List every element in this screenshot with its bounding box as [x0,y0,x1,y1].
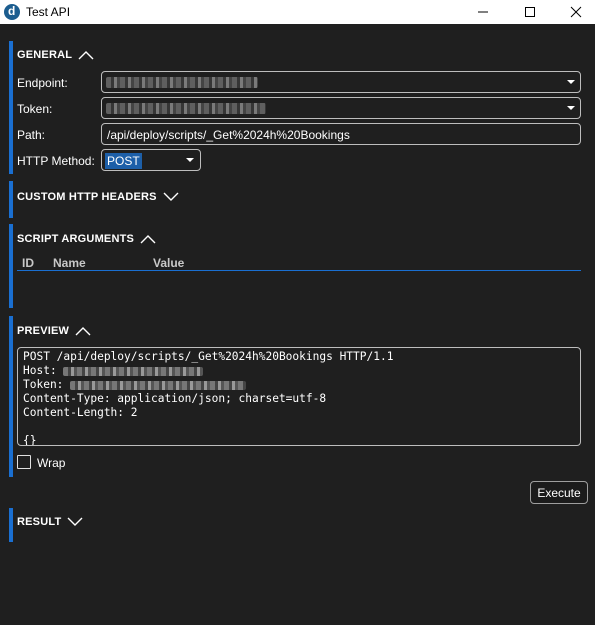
general-section-title: GENERAL [17,49,73,61]
endpoint-dropdown[interactable] [101,71,581,93]
endpoint-value-redacted [106,77,258,88]
maximize-icon [525,7,535,17]
wrap-label: Wrap [37,456,66,470]
chevron-down-icon [163,192,179,201]
http-method-select[interactable]: POST [101,149,201,171]
general-section-header[interactable]: GENERAL [17,49,94,61]
wrap-checkbox[interactable] [17,455,31,469]
path-label: Path: [17,128,46,142]
preview-blank-line [23,420,575,434]
arguments-section-bar [9,224,13,308]
path-value: /api/deploy/scripts/_Get%2024h%20Booking… [107,128,350,142]
token-header-value-redacted [70,380,247,390]
column-header-id[interactable]: ID [22,256,34,270]
window-title: Test API [26,5,71,19]
column-header-value[interactable]: Value [153,256,184,270]
preview-content-type: Content-Type: application/json; charset=… [23,392,327,405]
token-label: Token: [17,102,53,116]
maximize-button[interactable] [507,0,553,24]
http-method-value: POST [105,153,142,169]
chevron-down-icon [186,158,194,162]
preview-host-label: Host: [23,364,64,377]
script-arguments-section-header[interactable]: SCRIPT ARGUMENTS [17,233,156,245]
chevron-up-icon [140,235,156,244]
token-value-redacted [106,103,266,114]
preview-section-header[interactable]: PREVIEW [17,325,91,337]
preview-token-line: Token: [23,378,575,392]
close-icon [570,6,582,18]
chevron-down-icon [567,80,575,84]
chevron-up-icon [78,51,94,60]
preview-section-bar [9,316,13,477]
custom-headers-section-header[interactable]: CUSTOM HTTP HEADERS [17,191,179,203]
token-dropdown[interactable] [101,97,581,119]
chevron-down-icon [67,517,83,526]
app-logo-icon [4,4,20,20]
chevron-up-icon [75,327,91,336]
headers-section-bar [9,181,13,218]
http-method-label: HTTP Method: [17,154,95,168]
arguments-table-header: ID Name Value [17,255,581,271]
close-button[interactable] [553,0,595,24]
preview-token-label: Token: [23,378,71,391]
chevron-down-icon [567,106,575,110]
host-value-redacted [63,366,204,376]
column-header-name[interactable]: Name [53,256,86,270]
custom-headers-section-title: CUSTOM HTTP HEADERS [17,191,157,203]
result-section-title: RESULT [17,516,62,528]
request-preview-textarea[interactable]: POST /api/deploy/scripts/_Get%2024h%20Bo… [17,347,581,446]
preview-host-line: Host: [23,364,575,378]
preview-section-title: PREVIEW [17,325,70,337]
result-section-header[interactable]: RESULT [17,516,83,528]
execute-button[interactable]: Execute [530,481,588,504]
minimize-button[interactable] [460,0,506,24]
script-arguments-section-title: SCRIPT ARGUMENTS [17,233,135,245]
path-input[interactable]: /api/deploy/scripts/_Get%2024h%20Booking… [101,123,581,145]
endpoint-label: Endpoint: [17,76,68,90]
preview-content-length: Content-Length: 2 [23,406,138,419]
result-section-bar [9,508,13,542]
preview-body: {} [23,434,37,446]
window-titlebar: Test API [0,0,595,24]
general-section-bar [9,41,13,174]
preview-request-line: POST /api/deploy/scripts/_Get%2024h%20Bo… [23,350,394,363]
minimize-icon [478,11,488,13]
